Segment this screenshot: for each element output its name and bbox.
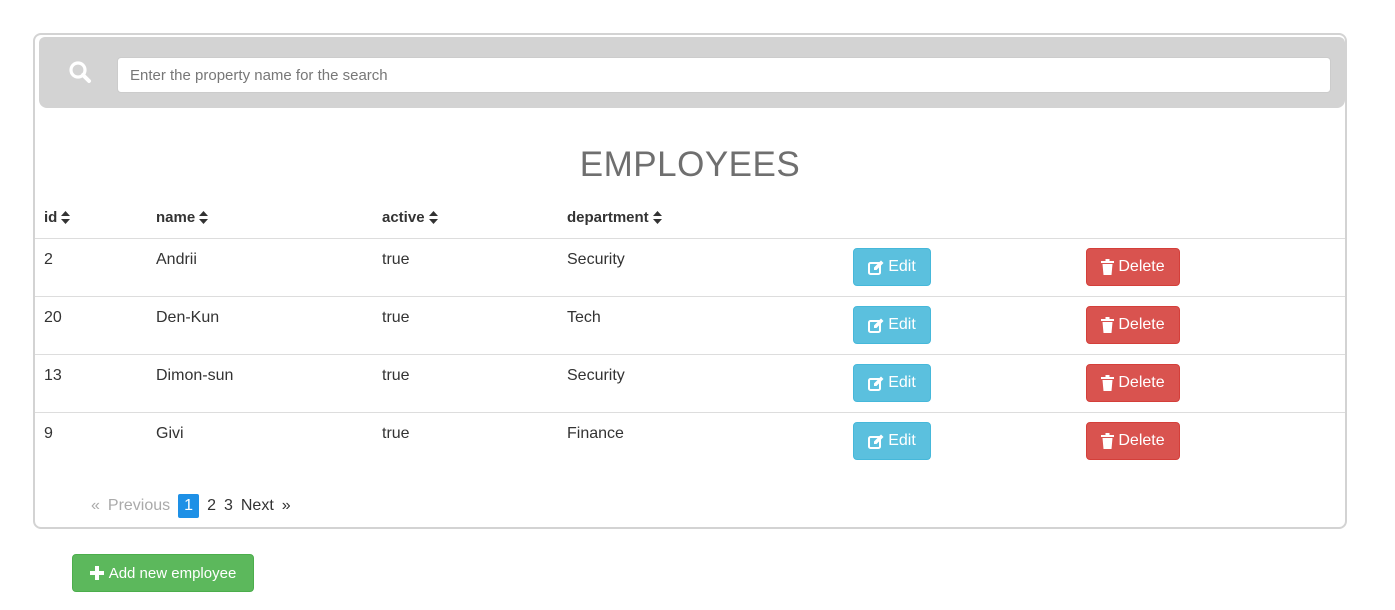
previous-page-link: Previous <box>107 497 171 514</box>
column-header-department[interactable]: department <box>567 209 662 226</box>
search-icon <box>69 61 91 83</box>
cell-department: Finance <box>567 425 624 442</box>
delete-button[interactable]: Delete <box>1086 248 1180 286</box>
delete-label: Delete <box>1118 316 1165 333</box>
delete-label: Delete <box>1118 432 1165 449</box>
page-title: EMPLOYEES <box>579 145 801 184</box>
delete-label: Delete <box>1118 374 1165 391</box>
cell-active: true <box>382 367 410 384</box>
edit-label: Edit <box>888 374 916 391</box>
table-row: 9 Givi true Finance Edit Delete <box>35 412 1345 470</box>
edit-icon <box>868 318 884 333</box>
table-header: id name active department <box>35 203 1345 239</box>
column-header-label: id <box>44 209 58 226</box>
table-row: 20 Den-Kun true Tech Edit Delete <box>35 296 1345 354</box>
delete-label: Delete <box>1118 258 1165 275</box>
edit-icon <box>868 434 884 449</box>
previous-arrow: « <box>91 497 100 514</box>
cell-active: true <box>382 251 410 268</box>
edit-button[interactable]: Edit <box>853 422 931 460</box>
next-arrow[interactable]: » <box>278 494 295 518</box>
page-link-2[interactable]: 2 <box>203 494 220 518</box>
edit-icon <box>868 376 884 391</box>
column-header-active[interactable]: active <box>382 209 438 226</box>
edit-button[interactable]: Edit <box>853 306 931 344</box>
cell-department: Tech <box>567 309 601 326</box>
cell-active: true <box>382 309 410 326</box>
trash-icon <box>1101 317 1115 333</box>
search-bar <box>39 37 1345 108</box>
trash-icon <box>1101 375 1115 391</box>
sort-icon <box>61 211 71 224</box>
cell-id: 9 <box>44 425 53 442</box>
edit-button[interactable]: Edit <box>853 248 931 286</box>
edit-icon <box>868 260 884 275</box>
edit-button[interactable]: Edit <box>853 364 931 402</box>
trash-icon <box>1101 259 1115 275</box>
delete-button[interactable]: Delete <box>1086 306 1180 344</box>
cell-name: Dimon-sun <box>156 367 234 384</box>
delete-button[interactable]: Delete <box>1086 364 1180 402</box>
edit-label: Edit <box>888 432 916 449</box>
page-link-3[interactable]: 3 <box>220 494 237 518</box>
cell-name: Den-Kun <box>156 309 220 326</box>
sort-icon <box>428 211 438 224</box>
cell-id: 2 <box>44 251 53 268</box>
sort-icon <box>652 211 662 224</box>
edit-label: Edit <box>888 316 916 333</box>
cell-department: Security <box>567 367 625 384</box>
employees-panel: EMPLOYEES id name active department 2 An… <box>33 33 1347 529</box>
column-header-label: active <box>382 209 425 226</box>
edit-label: Edit <box>888 258 916 275</box>
cell-department: Security <box>567 251 625 268</box>
table-row: 2 Andrii true Security Edit Delete <box>35 238 1345 296</box>
page-link-1[interactable]: 1 <box>178 494 200 518</box>
next-page-link[interactable]: Next <box>237 494 278 518</box>
pagination: « Previous 1 2 3 Next » <box>87 493 295 519</box>
add-employee-button[interactable]: Add new employee <box>72 554 254 592</box>
delete-button[interactable]: Delete <box>1086 422 1180 460</box>
search-input[interactable] <box>117 57 1331 93</box>
column-header-label: department <box>567 209 649 226</box>
cell-name: Givi <box>156 425 184 442</box>
cell-id: 13 <box>44 367 62 384</box>
column-header-label: name <box>156 209 196 226</box>
cell-active: true <box>382 425 410 442</box>
add-employee-label: Add new employee <box>108 564 237 582</box>
trash-icon <box>1101 433 1115 449</box>
column-header-name[interactable]: name <box>156 209 209 226</box>
column-header-id[interactable]: id <box>44 209 71 226</box>
table-row: 13 Dimon-sun true Security Edit Delete <box>35 354 1345 412</box>
cell-name: Andrii <box>156 251 197 268</box>
plus-icon <box>89 566 104 580</box>
sort-icon <box>199 211 209 224</box>
cell-id: 20 <box>44 309 62 326</box>
